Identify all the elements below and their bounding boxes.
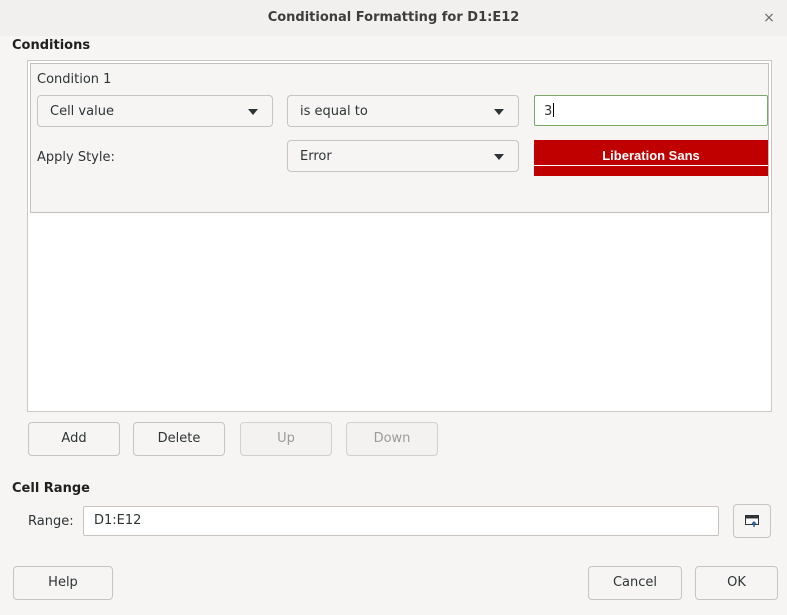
- dialog-title: Conditional Formatting for D1:E12: [267, 10, 520, 25]
- preview-font-name: Liberation Sans: [602, 148, 700, 163]
- shrink-icon: [745, 515, 759, 527]
- conditions-heading: Conditions: [12, 38, 91, 53]
- style-dropdown[interactable]: Error: [287, 140, 519, 172]
- style-preview: Liberation Sans: [534, 140, 768, 176]
- shrink-button[interactable]: [733, 504, 771, 538]
- cancel-button[interactable]: Cancel: [588, 566, 682, 600]
- operator-value: is equal to: [300, 104, 368, 119]
- range-value: D1:E12: [94, 513, 142, 528]
- chevron-down-icon: [494, 109, 504, 115]
- condition-value-text: 3: [544, 104, 553, 119]
- cell-range-heading: Cell Range: [12, 481, 90, 496]
- preview-underline: [534, 165, 768, 166]
- help-button[interactable]: Help: [13, 566, 113, 600]
- range-input[interactable]: D1:E12: [83, 506, 719, 536]
- condition-type-dropdown[interactable]: Cell value: [37, 95, 273, 127]
- condition-entry[interactable]: Condition 1 Cell value is equal to 3 App…: [30, 63, 769, 213]
- title-bar: Conditional Formatting for D1:E12 ×: [0, 0, 787, 36]
- add-button[interactable]: Add: [28, 422, 120, 456]
- delete-button[interactable]: Delete: [133, 422, 225, 456]
- condition-label: Condition 1: [37, 72, 112, 87]
- chevron-down-icon: [248, 109, 258, 115]
- conditions-list: Condition 1 Cell value is equal to 3 App…: [27, 60, 772, 412]
- down-button[interactable]: Down: [346, 422, 438, 456]
- condition-type-value: Cell value: [50, 104, 114, 119]
- apply-style-label: Apply Style:: [37, 150, 115, 165]
- condition-value-input[interactable]: 3: [534, 95, 768, 126]
- style-value: Error: [300, 149, 332, 164]
- range-label: Range:: [28, 514, 74, 529]
- close-icon[interactable]: ×: [759, 8, 779, 28]
- up-button[interactable]: Up: [240, 422, 332, 456]
- text-cursor: [553, 103, 555, 117]
- operator-dropdown[interactable]: is equal to: [287, 95, 519, 127]
- chevron-down-icon: [494, 154, 504, 160]
- ok-button[interactable]: OK: [695, 566, 778, 600]
